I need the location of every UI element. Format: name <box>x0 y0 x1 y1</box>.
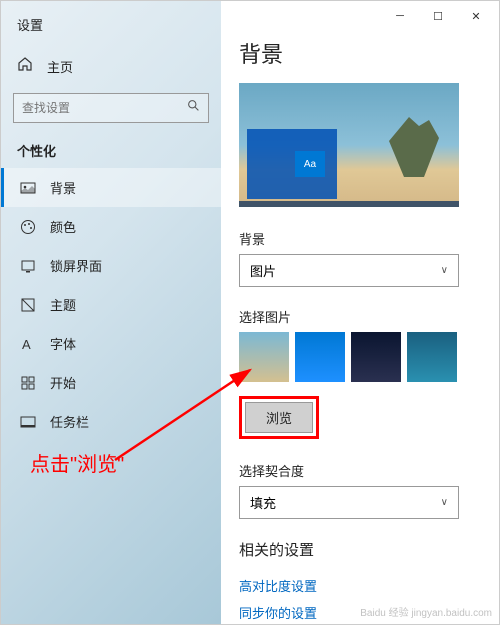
fit-dropdown[interactable]: 填充 ∨ <box>239 486 459 519</box>
thumbnail-2[interactable] <box>295 332 345 382</box>
background-preview: Aa <box>239 83 459 207</box>
fit-label: 选择契合度 <box>239 461 481 480</box>
title-bar: ─ ☐ ✕ <box>381 5 495 27</box>
start-icon <box>20 375 36 391</box>
choose-picture-label: 选择图片 <box>239 307 481 326</box>
home-icon <box>17 56 33 77</box>
theme-icon <box>20 297 36 313</box>
sidebar-item-label: 开始 <box>50 373 76 392</box>
preview-taskbar <box>239 201 459 207</box>
chevron-down-icon: ∨ <box>441 265 448 276</box>
sidebar-item-label: 锁屏界面 <box>50 256 102 275</box>
thumbnail-1[interactable] <box>239 332 289 382</box>
sidebar-item-label: 主题 <box>50 295 76 314</box>
picture-icon <box>20 180 36 196</box>
window-title: 设置 <box>1 9 221 48</box>
dropdown-value: 填充 <box>250 493 276 512</box>
palette-icon <box>20 219 36 235</box>
dropdown-value: 图片 <box>250 261 276 280</box>
browse-button[interactable]: 浏览 <box>245 402 313 433</box>
home-label: 主页 <box>47 57 73 76</box>
minimize-button[interactable]: ─ <box>381 5 419 27</box>
sidebar-item-label: 背景 <box>50 178 76 197</box>
svg-text:A: A <box>22 337 31 352</box>
search-input[interactable] <box>13 93 209 123</box>
sidebar-item-color[interactable]: 颜色 <box>1 207 221 246</box>
picture-thumbnails <box>239 332 481 382</box>
page-title: 背景 <box>239 37 481 69</box>
link-high-contrast[interactable]: 高对比度设置 <box>239 572 481 599</box>
sidebar-item-lockscreen[interactable]: 锁屏界面 <box>1 246 221 285</box>
home-button[interactable]: 主页 <box>1 48 221 85</box>
sidebar-item-label: 颜色 <box>50 217 76 236</box>
sidebar-item-background[interactable]: 背景 <box>1 168 221 207</box>
sidebar-item-label: 任务栏 <box>50 412 89 431</box>
sidebar-item-taskbar[interactable]: 任务栏 <box>1 402 221 441</box>
search-icon <box>187 99 200 117</box>
annotation-highlight: 浏览 <box>239 396 319 439</box>
related-settings-title: 相关的设置 <box>239 539 481 560</box>
section-heading: 个性化 <box>1 137 221 168</box>
sidebar-item-start[interactable]: 开始 <box>1 363 221 402</box>
preview-tile: Aa <box>295 151 325 177</box>
taskbar-icon <box>20 414 36 430</box>
thumbnail-3[interactable] <box>351 332 401 382</box>
lock-icon <box>20 258 36 274</box>
background-type-label: 背景 <box>239 229 481 248</box>
sidebar-item-font[interactable]: A 字体 <box>1 324 221 363</box>
sidebar: 设置 主页 个性化 背景 颜色 锁屏界面 <box>1 1 221 624</box>
chevron-down-icon: ∨ <box>441 497 448 508</box>
sidebar-item-label: 字体 <box>50 334 76 353</box>
thumbnail-4[interactable] <box>407 332 457 382</box>
sidebar-item-theme[interactable]: 主题 <box>1 285 221 324</box>
background-type-dropdown[interactable]: 图片 ∨ <box>239 254 459 287</box>
watermark: Baidu 经验 jingyan.baidu.com <box>360 604 492 619</box>
maximize-button[interactable]: ☐ <box>419 5 457 27</box>
font-icon: A <box>20 336 36 352</box>
search-field[interactable] <box>22 101 187 115</box>
main-content: ─ ☐ ✕ 背景 Aa 背景 图片 ∨ 选择图片 浏览 选择契 <box>221 1 499 624</box>
close-button[interactable]: ✕ <box>457 5 495 27</box>
